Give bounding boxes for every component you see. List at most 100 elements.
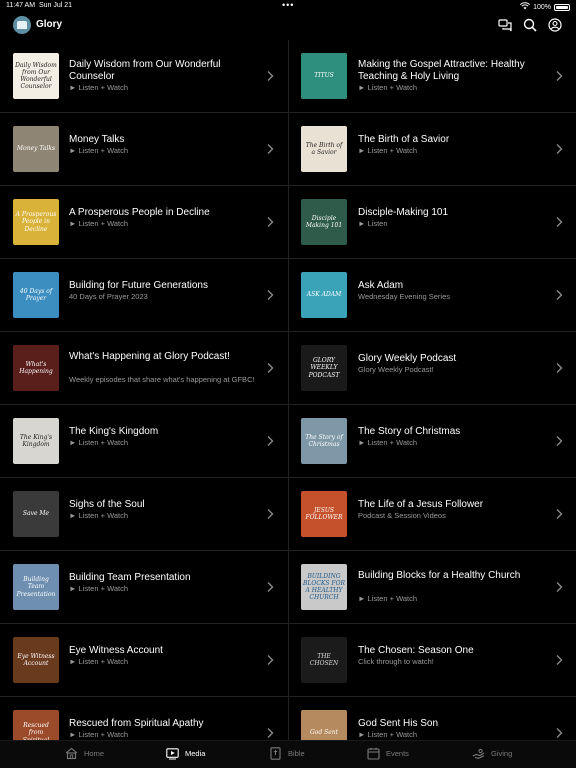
tab-events-label: Events <box>386 749 409 758</box>
chevron-right-icon <box>555 581 563 593</box>
chevron-right-icon <box>266 508 274 520</box>
series-thumbnail: THE CHOSEN <box>301 637 347 683</box>
tab-home-label: Home <box>84 749 105 758</box>
series-title: Making the Gospel Attractive: Healthy Te… <box>358 59 525 82</box>
status-date: Sun Jul 21 <box>38 2 73 9</box>
series-title: The Birth of a Savior <box>358 134 450 145</box>
series-title: Money Talks <box>69 134 125 145</box>
chevron-right-icon <box>266 216 274 228</box>
series-item[interactable]: Save Me Sighs of the Soul ► Listen + Watch <box>0 478 288 551</box>
series-thumbnail: JESUS FOLLOWER <box>301 491 347 537</box>
bible-icon <box>269 747 282 760</box>
series-thumbnail: A Prosperous People in Decline <box>13 199 59 245</box>
series-thumbnail: The Story of Christmas <box>301 418 347 464</box>
chevron-right-icon <box>555 727 563 739</box>
series-item[interactable]: Rescued from Spiritual Rescued from Spiri… <box>0 697 288 740</box>
series-subtitle: ► Listen + Watch <box>69 657 129 666</box>
top-bar: Glory <box>0 12 576 40</box>
series-item[interactable]: 40 Days of Prayer Building for Future Gen… <box>0 259 288 332</box>
search-icon[interactable] <box>523 18 537 32</box>
chevron-right-icon <box>555 362 563 374</box>
tab-media-label: Media <box>185 749 206 758</box>
tab-bible-label: Bible <box>288 749 305 758</box>
series-subtitle: ► Listen + Watch <box>69 438 129 447</box>
series-item[interactable]: Money Talks Money Talks ► Listen + Watch <box>0 113 288 186</box>
giving-icon <box>472 747 485 760</box>
account-icon[interactable] <box>548 18 562 32</box>
series-title: Sighs of the Soul <box>69 499 145 510</box>
series-item[interactable]: God Sent God Sent His Son ► Listen + Watch <box>289 697 576 740</box>
series-item[interactable]: THE CHOSEN The Chosen: Season One Click th… <box>289 624 576 697</box>
tab-giving[interactable]: Giving <box>472 747 512 760</box>
series-item[interactable]: The King's Kingdom The King's Kingdom ► Li… <box>0 405 288 478</box>
series-item[interactable]: ASK ADAM Ask Adam Wednesday Evening Series <box>289 259 576 332</box>
series-subtitle: Glory Weekly Podcast! <box>358 365 434 374</box>
chevron-right-icon <box>555 289 563 301</box>
tab-media[interactable]: Media <box>166 747 205 760</box>
series-thumbnail: The Birth of a Savior <box>301 126 347 172</box>
series-item[interactable]: Eye Witness Account Eye Witness Account ► … <box>0 624 288 697</box>
series-title: A Prosperous People in Decline <box>69 207 210 218</box>
series-title: Ask Adam <box>358 280 404 291</box>
series-item[interactable]: Daily Wisdom from Our Wonderful Counselo… <box>0 40 288 113</box>
series-subtitle: Podcast & Session Videos <box>358 511 446 520</box>
status-indicators: 100% <box>520 2 570 12</box>
series-item[interactable]: TITUS Making the Gospel Attractive: Healt… <box>289 40 576 113</box>
series-item[interactable]: Building Team Presentation Building Team … <box>0 551 288 624</box>
series-thumbnail: 40 Days of Prayer <box>13 272 59 318</box>
series-item[interactable]: Disciple Making 101 Disciple-Making 101 ► … <box>289 186 576 259</box>
chevron-right-icon <box>266 727 274 739</box>
chevron-right-icon <box>266 362 274 374</box>
series-item[interactable]: The Birth of a Savior The Birth of a Savi… <box>289 113 576 186</box>
series-thumbnail: BUILDING BLOCKS FOR A HEALTHY CHURCH <box>301 564 347 610</box>
series-item[interactable]: GLORY WEEKLY PODCAST Glory Weekly Podcast… <box>289 332 576 405</box>
chevron-right-icon <box>266 581 274 593</box>
multitask-dots[interactable]: ••• <box>282 0 294 10</box>
series-item[interactable]: BUILDING BLOCKS FOR A HEALTHY CHURCH Buil… <box>289 551 576 624</box>
chevron-right-icon <box>266 654 274 666</box>
tab-giving-label: Giving <box>491 749 513 758</box>
series-subtitle: ► Listen + Watch <box>69 83 129 92</box>
chevron-right-icon <box>555 143 563 155</box>
series-subtitle: ► Listen + Watch <box>69 146 129 155</box>
calendar-icon <box>367 747 380 760</box>
series-title: The King's Kingdom <box>69 426 159 437</box>
series-title: Building Team Presentation <box>69 572 191 583</box>
series-subtitle: ► Listen + Watch <box>358 83 418 92</box>
series-item[interactable]: JESUS FOLLOWER The Life of a Jesus Follow… <box>289 478 576 551</box>
tab-bible[interactable]: Bible <box>269 747 305 760</box>
series-thumbnail: God Sent <box>301 710 347 740</box>
chevron-right-icon <box>266 435 274 447</box>
series-title: What's Happening at Glory Podcast! <box>69 351 230 362</box>
series-item[interactable]: The Story of Christmas The Story of Chris… <box>289 405 576 478</box>
tab-home[interactable]: Home <box>65 747 104 760</box>
series-subtitle: Weekly episodes that share what's happen… <box>69 375 255 384</box>
chevron-right-icon <box>555 216 563 228</box>
series-title: Disciple-Making 101 <box>358 207 449 218</box>
series-title: God Sent His Son <box>358 718 439 729</box>
app-title: Glory <box>36 19 63 30</box>
chevron-right-icon <box>266 289 274 301</box>
tab-events[interactable]: Events <box>367 747 409 760</box>
series-thumbnail: Eye Witness Account <box>13 637 59 683</box>
battery-icon <box>554 3 570 11</box>
series-subtitle: ► Listen + Watch <box>69 730 129 739</box>
status-time-date: 11:47 AM Sun Jul 21 <box>6 2 72 9</box>
series-title: Eye Witness Account <box>69 645 163 656</box>
status-time: 11:47 AM <box>6 2 36 9</box>
series-thumbnail: GLORY WEEKLY PODCAST <box>301 345 347 391</box>
series-subtitle: Wednesday Evening Series <box>358 292 450 301</box>
series-item[interactable]: What's Happening What's Happening at Glor… <box>0 332 288 405</box>
media-icon <box>166 747 179 760</box>
series-title: Rescued from Spiritual Apathy <box>69 718 204 729</box>
series-item[interactable]: A Prosperous People in Decline A Prospero… <box>0 186 288 259</box>
messages-icon[interactable] <box>498 18 512 32</box>
chevron-right-icon <box>555 654 563 666</box>
series-subtitle: Click through to watch! <box>358 657 434 666</box>
home-icon <box>65 747 78 760</box>
series-subtitle: ► Listen + Watch <box>358 730 418 739</box>
church-logo-icon[interactable] <box>13 16 31 34</box>
series-subtitle: ► Listen + Watch <box>69 511 129 520</box>
series-subtitle: ► Listen + Watch <box>358 146 418 155</box>
series-subtitle: ► Listen + Watch <box>358 594 418 603</box>
